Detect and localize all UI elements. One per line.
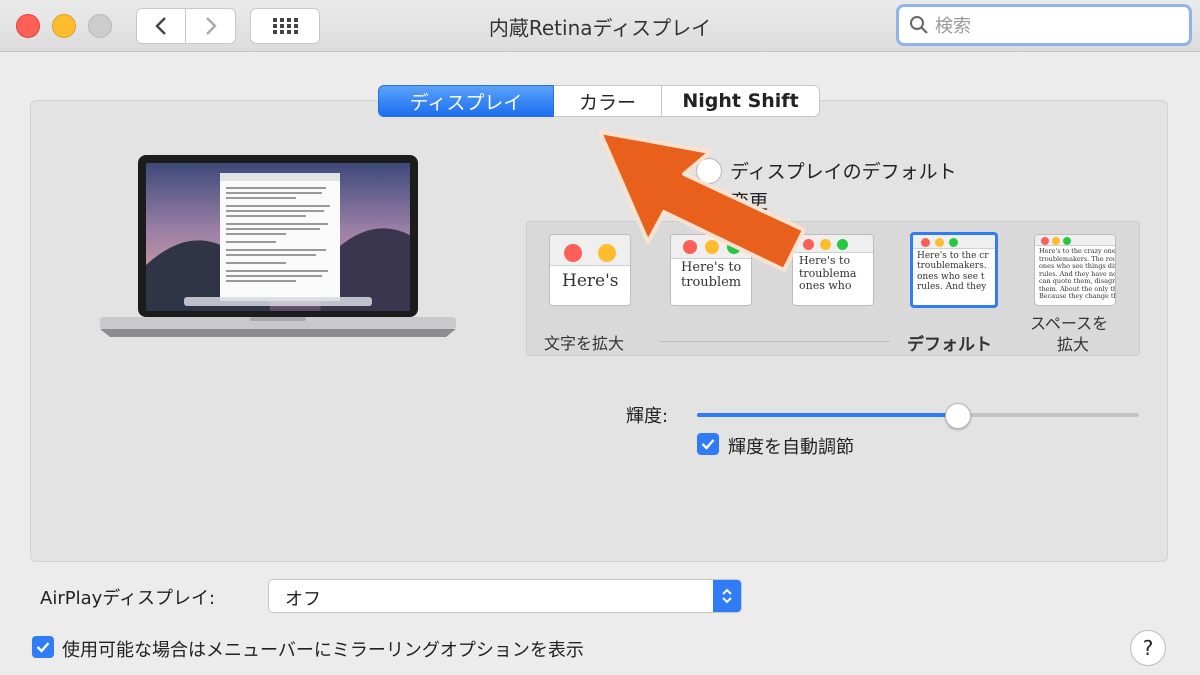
- airplay-label: AirPlayディスプレイ:: [40, 588, 216, 609]
- auto-brightness-checkbox[interactable]: [697, 433, 719, 455]
- mirroring-label: 使用可能な場合はメニューバーにミラーリングオプションを表示: [62, 640, 584, 661]
- minimize-window-button[interactable]: [52, 14, 76, 38]
- chevron-right-icon: [205, 17, 217, 35]
- scale-divider-line: [660, 341, 890, 342]
- window-title: 内蔵Retinaディスプレイ: [488, 16, 712, 40]
- back-button[interactable]: [136, 8, 186, 44]
- scale-option-default-selected[interactable]: Here's to the cr troublemakers. ones who…: [910, 232, 998, 308]
- scale-preview-text: Here's to the cr troublemakers. ones who…: [917, 251, 989, 293]
- scale-label-default: デフォルト: [907, 335, 992, 355]
- forward-button[interactable]: [186, 8, 236, 44]
- chevron-left-icon: [155, 17, 166, 35]
- scale-label-more-space-2: 拡大: [1057, 335, 1090, 354]
- show-all-button[interactable]: [250, 8, 320, 44]
- laptop-image: [100, 155, 456, 337]
- grid-icon: [273, 18, 298, 34]
- title-bar: 内蔵Retinaディスプレイ 検索: [0, 0, 1200, 52]
- annotation-arrow-icon: [598, 130, 806, 272]
- help-button[interactable]: ?: [1130, 630, 1166, 666]
- tab-color[interactable]: カラー: [554, 85, 662, 117]
- mirroring-checkbox[interactable]: [32, 636, 54, 658]
- brightness-slider-fill: [697, 413, 958, 417]
- tab-night-shift[interactable]: Night Shift: [662, 85, 820, 117]
- close-window-button[interactable]: [16, 14, 40, 38]
- brightness-slider-knob[interactable]: [945, 403, 971, 429]
- brightness-label: 輝度:: [626, 406, 669, 427]
- brightness-slider[interactable]: [697, 413, 1139, 417]
- select-arrows-icon: [713, 580, 741, 612]
- navigation-buttons: [136, 8, 236, 44]
- scale-label-larger-text: 文字を拡大: [544, 334, 625, 353]
- scale-option-5[interactable]: Here's to the crazy one troublemakers. T…: [1034, 234, 1116, 306]
- airplay-select[interactable]: オフ: [268, 579, 742, 613]
- airplay-select-value: オフ: [285, 589, 321, 610]
- search-icon: [910, 16, 928, 34]
- checkmark-icon: [36, 642, 50, 653]
- search-field[interactable]: 検索: [896, 4, 1192, 46]
- tab-display[interactable]: ディスプレイ: [378, 85, 554, 117]
- tab-bar: ディスプレイ カラー Night Shift: [378, 85, 820, 117]
- search-placeholder: 検索: [935, 16, 971, 37]
- scale-preview-text: Here's to the crazy one troublemakers. T…: [1039, 247, 1116, 300]
- auto-brightness-label: 輝度を自動調節: [728, 437, 854, 458]
- zoom-window-button[interactable]: [88, 14, 112, 38]
- checkmark-icon: [701, 439, 715, 450]
